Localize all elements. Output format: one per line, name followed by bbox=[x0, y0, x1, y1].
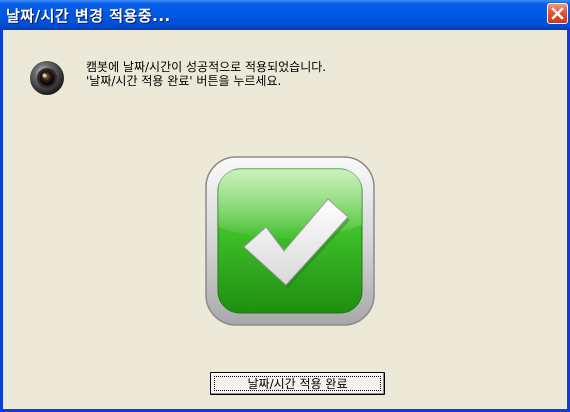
checkmark-icon bbox=[205, 156, 375, 326]
webcam-icon bbox=[30, 61, 64, 95]
close-button[interactable] bbox=[547, 3, 568, 24]
apply-done-button[interactable]: 날짜/시간 적용 완료 bbox=[210, 372, 385, 395]
message-line-2: '날짜/시간 적용 완료' 버튼을 누르세요. bbox=[86, 74, 282, 88]
apply-done-button-label: 날짜/시간 적용 완료 bbox=[247, 376, 348, 391]
dialog-window: 날짜/시간 변경 적용중... 캠봇에 날짜/시간이 성공적으로 적용되었습니다… bbox=[0, 0, 570, 412]
close-icon bbox=[551, 7, 564, 20]
message-text: 캠봇에 날짜/시간이 성공적으로 적용되었습니다. '날짜/시간 적용 완료' … bbox=[86, 60, 326, 88]
title-bar[interactable]: 날짜/시간 변경 적용중... bbox=[0, 0, 570, 30]
window-title: 날짜/시간 변경 적용중... bbox=[6, 7, 171, 25]
message-line-1: 캠봇에 날짜/시간이 성공적으로 적용되었습니다. bbox=[86, 60, 327, 74]
